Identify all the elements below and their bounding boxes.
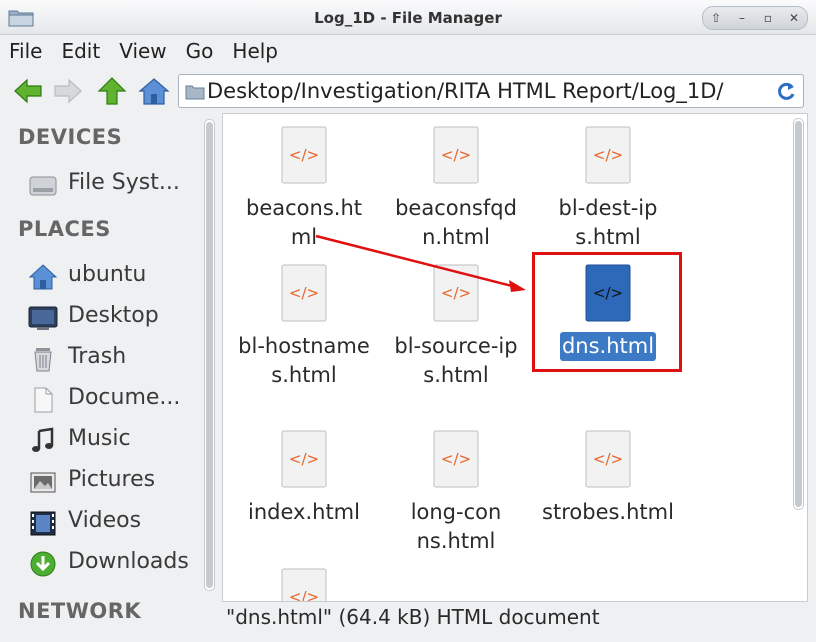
home-folder-icon xyxy=(28,264,58,290)
html-file-icon: </> xyxy=(433,264,479,322)
html-file-icon: </> xyxy=(433,430,479,488)
drive-icon xyxy=(29,176,57,196)
file-item[interactable]: </> beacons.html xyxy=(231,126,377,252)
minimize-button[interactable]: – xyxy=(731,8,753,28)
sidebar-item-label: Pictures xyxy=(68,467,156,492)
desktop-icon xyxy=(28,306,58,330)
svg-text:</>: </> xyxy=(289,284,319,302)
html-file-icon: </> xyxy=(281,126,327,184)
file-name: strobes.html xyxy=(542,500,674,524)
sidebar-item-videos[interactable]: Videos xyxy=(28,505,204,541)
up-icon[interactable] xyxy=(96,76,128,106)
html-file-icon: </> xyxy=(281,430,327,488)
file-item-partial[interactable]: </> xyxy=(231,568,377,602)
svg-text:</>: </> xyxy=(593,146,623,164)
menu-go[interactable]: Go xyxy=(177,39,224,63)
sidebar-item-trash[interactable]: Trash xyxy=(28,341,204,377)
sidebar-item-label: File Syst... xyxy=(68,170,180,195)
file-name: index.html xyxy=(248,500,360,524)
sidebar-item-file-system[interactable]: File Syst... xyxy=(28,167,204,203)
window-title: Log_1D - File Manager xyxy=(314,9,502,27)
file-name: long-conns.html xyxy=(410,500,502,553)
file-item[interactable]: </> bl-source-ips.html xyxy=(383,264,529,390)
sidebar-item-pictures[interactable]: Pictures xyxy=(28,464,204,500)
file-item[interactable]: </> bl-dest-ips.html xyxy=(535,126,681,252)
forward-icon[interactable] xyxy=(52,76,84,106)
back-icon[interactable] xyxy=(12,76,44,106)
html-file-icon: </> xyxy=(281,264,327,322)
maximize-button[interactable]: ▫ xyxy=(757,8,779,28)
toolbar: Desktop/Investigation/RITA HTML Report/L… xyxy=(0,70,816,112)
file-view-scrollbar-thumb[interactable] xyxy=(795,121,802,507)
svg-text:</>: </> xyxy=(441,450,471,468)
sidebar-item-label: Music xyxy=(68,426,131,451)
file-name: beacons.html xyxy=(246,196,362,249)
title-bar[interactable]: Log_1D - File Manager ⇧ – ▫ ✕ xyxy=(0,0,816,35)
file-name: bl-hostnames.html xyxy=(238,334,370,387)
sidebar-item-label: Desktop xyxy=(68,303,159,328)
menu-help[interactable]: Help xyxy=(223,39,288,63)
html-file-icon: </> xyxy=(585,126,631,184)
svg-text:</>: </> xyxy=(441,146,471,164)
folder-icon xyxy=(185,85,205,100)
status-text: "dns.html" (64.4 kB) HTML document xyxy=(226,605,600,629)
pictures-icon xyxy=(30,472,56,493)
location-path: Desktop/Investigation/RITA HTML Report/L… xyxy=(207,79,724,103)
document-icon xyxy=(34,387,53,413)
file-item[interactable]: </> beaconsfqdn.html xyxy=(383,126,529,252)
sidebar-item-label: ubuntu xyxy=(68,262,147,287)
sidebar-item-ubuntu[interactable]: ubuntu xyxy=(28,259,204,295)
svg-text:</>: </> xyxy=(289,450,319,468)
file-name: beaconsfqdn.html xyxy=(395,196,517,249)
svg-text:</>: </> xyxy=(593,450,623,468)
menu-bar: File Edit View Go Help xyxy=(0,34,816,68)
sidebar-item-desktop[interactable]: Desktop xyxy=(28,300,204,336)
sidebar-item-label: Downloads xyxy=(68,549,189,574)
sidebar: DEVICES File Syst... PLACES ubuntu Deskt… xyxy=(6,113,216,630)
svg-text:</>: </> xyxy=(289,588,319,602)
html-file-icon: </> xyxy=(433,126,479,184)
sidebar-scrollbar-thumb[interactable] xyxy=(206,122,213,588)
window-controls: ⇧ – ▫ ✕ xyxy=(702,6,808,30)
reload-icon[interactable] xyxy=(777,81,797,101)
location-bar[interactable]: Desktop/Investigation/RITA HTML Report/L… xyxy=(178,74,804,108)
svg-text:</>: </> xyxy=(289,146,319,164)
places-heading: PLACES xyxy=(18,217,111,241)
sidebar-item-label: Videos xyxy=(68,508,142,533)
shade-button[interactable]: ⇧ xyxy=(705,8,727,28)
sidebar-item-label: Docume... xyxy=(68,385,181,410)
trash-icon xyxy=(34,348,52,372)
close-button[interactable]: ✕ xyxy=(783,8,805,28)
sidebar-scrollbar[interactable] xyxy=(204,119,215,591)
file-name: bl-source-ips.html xyxy=(394,334,518,387)
sidebar-item-music[interactable]: Music xyxy=(28,423,204,459)
annotation-highlight-box xyxy=(532,252,682,372)
network-heading: NETWORK xyxy=(18,599,142,623)
music-icon xyxy=(32,427,54,452)
sidebar-item-documents[interactable]: Docume... xyxy=(28,382,204,418)
videos-icon xyxy=(30,511,56,536)
file-item[interactable]: </> long-conns.html xyxy=(383,430,529,556)
html-file-icon: </> xyxy=(585,430,631,488)
html-file-icon: </> xyxy=(281,568,327,602)
devices-heading: DEVICES xyxy=(18,125,123,149)
file-name: bl-dest-ips.html xyxy=(558,196,658,249)
file-view-scrollbar[interactable] xyxy=(793,118,804,510)
file-view[interactable]: </> beacons.html </> beaconsfqdn.html </… xyxy=(222,113,808,602)
svg-text:</>: </> xyxy=(441,284,471,302)
sidebar-item-downloads[interactable]: Downloads xyxy=(28,546,204,582)
home-icon[interactable] xyxy=(138,76,170,106)
file-item[interactable]: </> index.html xyxy=(231,430,377,527)
status-bar: "dns.html" (64.4 kB) HTML document xyxy=(222,601,806,635)
file-manager-window: Log_1D - File Manager ⇧ – ▫ ✕ File Edit … xyxy=(0,0,816,642)
menu-file[interactable]: File xyxy=(0,39,52,63)
file-item[interactable]: </> bl-hostnames.html xyxy=(231,264,377,390)
sidebar-item-label: Trash xyxy=(68,344,127,369)
menu-view[interactable]: View xyxy=(110,39,176,63)
menu-edit[interactable]: Edit xyxy=(52,39,110,63)
downloads-icon xyxy=(30,551,56,577)
file-item[interactable]: </> strobes.html xyxy=(535,430,681,527)
